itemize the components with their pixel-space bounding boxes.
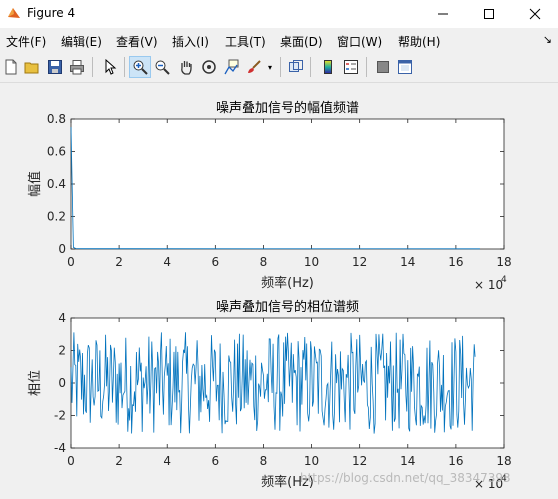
menu-tools[interactable]: 工具(T)	[225, 33, 266, 50]
figure-svg: 噪声叠加信号的幅值频谱 0 2 4 6 8 10 12 14 16 18 0 0.2 0.4 0.6 0.8 频…	[27, 100, 512, 491]
y-tick-label-1-3: 2	[58, 344, 66, 358]
x-tick-label-0-0: 0	[67, 255, 75, 269]
open-file-button[interactable]	[22, 57, 42, 77]
x-tick-label-0-5: 10	[304, 255, 319, 269]
chart-title-0: 噪声叠加信号的幅值频谱	[216, 100, 359, 116]
x-tick-label-1-3: 6	[212, 454, 220, 468]
x-tick-label-0-9: 18	[496, 255, 511, 269]
x-exponent-0: × 10	[474, 278, 503, 292]
colorbar-icon	[324, 60, 332, 74]
x-tick-label-1-5: 10	[304, 454, 319, 468]
menu-edit[interactable]: 编辑(E)	[61, 33, 102, 50]
y-tick-label-0-3: 0.6	[47, 145, 66, 159]
y-tick-label-0-1: 0.2	[47, 210, 66, 224]
legend-button[interactable]	[341, 57, 361, 77]
x-tick-label-1-4: 8	[260, 454, 268, 468]
window-title: Figure 4	[27, 6, 76, 20]
x-tick-label-1-9: 18	[496, 454, 511, 468]
open-file-icon	[24, 62, 39, 74]
x-axis-label-0: 频率(Hz)	[261, 275, 314, 291]
save-icon	[48, 60, 62, 74]
x-tick-label-0-8: 16	[448, 255, 463, 269]
menu-insert[interactable]: 插入(I)	[172, 33, 209, 50]
x-tick-label-1-2: 4	[163, 454, 171, 468]
x-tick-label-1-0: 0	[67, 454, 75, 468]
title-bar: Figure 4	[0, 0, 558, 28]
edit-plot-button[interactable]	[100, 57, 120, 77]
brush-dropdown-icon[interactable]: ▾	[268, 63, 272, 72]
x-tick-label-1-7: 14	[400, 454, 415, 468]
y-tick-label-0-2: 0.4	[47, 177, 66, 191]
x-tick-label-1-6: 12	[352, 454, 367, 468]
matlab-icon	[8, 8, 20, 18]
y-tick-label-1-4: 4	[58, 311, 66, 325]
y-tick-label-0-0: 0	[58, 242, 66, 256]
x-tick-label-1-8: 16	[448, 454, 463, 468]
minimize-button[interactable]	[420, 0, 466, 28]
legend-icon	[344, 60, 358, 74]
x-tick-label-0-3: 6	[212, 255, 220, 269]
watermark: https://blog.csdn.net/qq_38347393	[300, 471, 511, 485]
dock-arrow-icon[interactable]: ↘	[543, 33, 552, 46]
x-tick-label-0-6: 12	[352, 255, 367, 269]
x-tick-label-0-1: 2	[115, 255, 123, 269]
print-icon	[70, 60, 84, 75]
link-plot-button[interactable]	[286, 57, 306, 77]
hide-plot-tools-button[interactable]	[373, 57, 393, 77]
link-plot-icon	[289, 60, 303, 72]
minimize-icon	[438, 13, 448, 15]
brush-icon	[248, 60, 261, 73]
x-tick-label-0-7: 14	[400, 255, 415, 269]
menu-help[interactable]: 帮助(H)	[398, 33, 440, 50]
chart-title-1: 噪声叠加信号的相位谱频	[216, 299, 359, 315]
zoom-out-button[interactable]	[152, 57, 172, 77]
zoom-in-icon	[133, 60, 148, 75]
menu-window[interactable]: 窗口(W)	[337, 33, 382, 50]
new-figure-icon	[5, 59, 17, 75]
y-tick-label-1-1: -2	[54, 409, 66, 423]
data-cursor-button[interactable]	[221, 57, 241, 77]
pan-icon	[181, 61, 192, 75]
show-plot-tools-icon	[398, 60, 412, 74]
new-figure-button[interactable]	[1, 57, 21, 77]
brush-button[interactable]	[244, 57, 264, 77]
x-tick-label-1-1: 2	[115, 454, 123, 468]
menu-desktop[interactable]: 桌面(D)	[280, 33, 323, 50]
print-button[interactable]	[67, 57, 87, 77]
figure-toolbar: ▾	[0, 52, 558, 83]
data-cursor-icon	[224, 59, 239, 75]
hide-plot-tools-icon	[377, 61, 389, 73]
rotate-3d-icon	[202, 60, 216, 74]
close-icon	[529, 8, 541, 20]
show-plot-tools-button[interactable]	[395, 57, 415, 77]
menu-bar: 文件(F) 编辑(E) 查看(V) 插入(I) 工具(T) 桌面(D) 窗口(W…	[0, 28, 558, 52]
rotate-3d-button[interactable]	[199, 57, 219, 77]
colorbar-button[interactable]	[318, 57, 338, 77]
y-tick-label-1-0: -4	[54, 441, 66, 455]
pan-button[interactable]	[176, 57, 196, 77]
zoom-in-button[interactable]	[129, 56, 151, 78]
x-tick-label-0-4: 8	[260, 255, 268, 269]
x-tick-label-0-2: 4	[163, 255, 171, 269]
y-tick-label-0-4: 0.8	[47, 112, 66, 126]
plot-area-0	[70, 118, 505, 250]
maximize-icon	[484, 9, 494, 19]
close-button[interactable]	[512, 0, 558, 28]
x-exponent-power-0: 4	[501, 275, 507, 285]
zoom-out-icon	[155, 60, 170, 75]
y-tick-label-1-2: 0	[58, 376, 66, 390]
y-axis-label-1: 相位	[28, 370, 43, 396]
edit-plot-icon	[105, 59, 117, 75]
save-button[interactable]	[45, 57, 65, 77]
menu-file[interactable]: 文件(F)	[6, 33, 46, 50]
menu-view[interactable]: 查看(V)	[116, 33, 158, 50]
maximize-button[interactable]	[466, 0, 512, 28]
figure-canvas: 噪声叠加信号的幅值频谱 0 2 4 6 8 10 12 14 16 18 0 0.2 0.4 0.6 0.8 频…	[0, 83, 558, 496]
y-axis-label-0: 幅值	[27, 171, 43, 197]
